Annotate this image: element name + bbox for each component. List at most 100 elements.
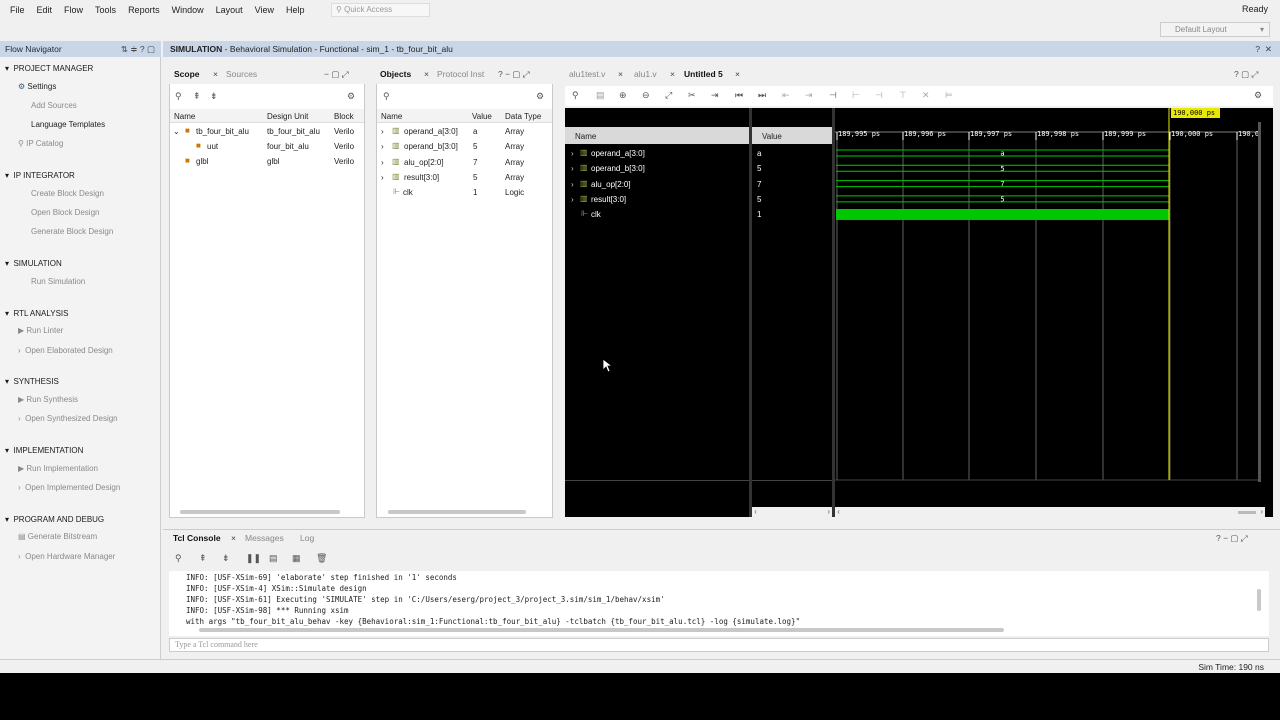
go-start-icon[interactable]: ⏮ <box>735 90 743 101</box>
col-name[interactable]: Name <box>575 132 596 141</box>
quick-access-input[interactable]: ⚲ Quick Access <box>331 3 430 17</box>
col-name[interactable]: Name <box>381 112 402 121</box>
chevron-right-icon[interactable]: › <box>381 127 384 136</box>
search-icon[interactable]: ⚲ <box>175 553 182 564</box>
gear-icon[interactable]: ⚙ <box>347 91 355 102</box>
nav-section-implementation[interactable]: ▾ IMPLEMENTATION <box>5 446 83 455</box>
nav-item-run-implementation[interactable]: ▶ Run Implementation <box>18 464 98 473</box>
chevron-right-icon[interactable]: › <box>381 158 384 167</box>
tab-alu1test[interactable]: alu1test.v <box>569 69 605 79</box>
nav-item-language-templates[interactable]: Language Templates <box>31 120 105 129</box>
tab-untitled-5[interactable]: Untitled 5 <box>684 69 723 79</box>
nav-item-run-simulation[interactable]: Run Simulation <box>31 277 85 286</box>
go-end-icon[interactable]: ⏭ <box>758 90 766 101</box>
col-design-unit[interactable]: Design Unit <box>267 112 308 121</box>
close-icon[interactable]: × <box>424 69 429 79</box>
menu-flow[interactable]: Flow <box>58 0 89 20</box>
add-marker-icon[interactable]: ⊣ <box>829 90 837 101</box>
waveform-canvas[interactable]: a 5 7 5 <box>835 108 1261 508</box>
close-icon[interactable]: × <box>231 533 236 543</box>
tab-alu1[interactable]: alu1.v <box>634 69 657 79</box>
gear-icon[interactable]: ⚙ <box>536 91 544 102</box>
panel-window-controls-icon[interactable]: ? − ▢ ⤢ <box>498 69 530 80</box>
collapse-all-icon[interactable]: ⇞ <box>199 553 207 564</box>
zoom-fit-icon[interactable]: ⤢ <box>665 90 672 101</box>
tab-objects[interactable]: Objects <box>380 69 411 79</box>
nav-section-simulation[interactable]: ▾ SIMULATION <box>5 259 62 268</box>
tab-log[interactable]: Log <box>300 533 314 543</box>
tcl-command-input[interactable]: Type a Tcl command here <box>169 638 1269 652</box>
console-v-scrollbar[interactable] <box>1257 589 1261 611</box>
nav-item-open-block-design[interactable]: Open Block Design <box>31 208 99 217</box>
chevron-right-icon[interactable]: › <box>571 149 574 158</box>
search-icon[interactable]: ⚲ <box>175 91 182 102</box>
nav-item-settings[interactable]: ⚙ Settings <box>18 82 56 91</box>
copy-icon[interactable]: ▤ <box>269 553 278 564</box>
chevron-right-icon[interactable]: › <box>381 142 384 151</box>
nav-item-open-implemented-design[interactable]: › Open Implemented Design <box>18 483 120 492</box>
prev-transition-icon[interactable]: ⇤ <box>782 90 790 101</box>
nav-section-synthesis[interactable]: ▾ SYNTHESIS <box>5 377 59 386</box>
menu-file[interactable]: File <box>4 0 31 20</box>
nav-item-open-elaborated-design[interactable]: › Open Elaborated Design <box>18 346 113 355</box>
chevron-right-icon[interactable]: › <box>571 180 574 189</box>
tab-sources[interactable]: Sources <box>226 69 257 79</box>
swap-cursor-icon[interactable]: ⊤ <box>899 90 907 101</box>
close-icon[interactable]: × <box>213 69 218 79</box>
chevron-right-icon[interactable]: › <box>571 195 574 204</box>
close-icon[interactable]: × <box>670 69 675 79</box>
menu-edit[interactable]: Edit <box>31 0 59 20</box>
nav-item-generate-block-design[interactable]: Generate Block Design <box>31 227 113 236</box>
col-value[interactable]: Value <box>762 132 782 141</box>
nav-item-open-synthesized-design[interactable]: › Open Synthesized Design <box>18 414 118 423</box>
table-icon[interactable]: ▦ <box>292 553 301 564</box>
menu-tools[interactable]: Tools <box>89 0 122 20</box>
collapse-all-icon[interactable]: ⇞ <box>193 91 201 102</box>
wave-h-scrollbar[interactable]: ‹ › <box>835 507 1265 517</box>
nav-item-open-hardware-manager[interactable]: › Open Hardware Manager <box>18 552 115 561</box>
pause-icon[interactable]: ❚❚ <box>246 553 261 564</box>
menu-layout[interactable]: Layout <box>210 0 249 20</box>
nav-section-program-and-debug[interactable]: ▾ PROGRAM AND DEBUG <box>5 515 104 524</box>
nav-section-ip-integrator[interactable]: ▾ IP INTEGRATOR <box>5 171 75 180</box>
chevron-right-icon[interactable]: › <box>571 164 574 173</box>
menu-view[interactable]: View <box>249 0 280 20</box>
tab-scope[interactable]: Scope <box>174 69 200 79</box>
wave-v-scrollbar[interactable] <box>1258 122 1261 482</box>
expand-all-icon[interactable]: ⇟ <box>210 91 218 102</box>
expand-all-icon[interactable]: ⇟ <box>222 553 230 564</box>
console-h-scrollbar[interactable] <box>199 628 1004 632</box>
panel-window-controls-icon[interactable]: ? ▢ ⤢ <box>1234 69 1258 80</box>
chevron-right-icon[interactable]: › <box>381 173 384 182</box>
menu-help[interactable]: Help <box>280 0 311 20</box>
trash-icon[interactable]: 🗑 <box>316 553 327 564</box>
cursor-time-label[interactable]: 190,000 ps <box>1171 108 1220 118</box>
tab-protocol-inst[interactable]: Protocol Inst <box>437 69 484 79</box>
menu-window[interactable]: Window <box>166 0 210 20</box>
value-h-scrollbar[interactable]: ‹ › <box>752 507 832 517</box>
tab-messages[interactable]: Messages <box>245 533 284 543</box>
objects-h-scrollbar[interactable] <box>388 510 526 514</box>
panel-controls-icon[interactable]: ⇅ ≑ ? ▢ <box>121 41 155 57</box>
snap-icon[interactable]: ⊨ <box>945 90 953 101</box>
menu-reports[interactable]: Reports <box>122 0 166 20</box>
nav-section-project-manager[interactable]: ▾ PROJECT MANAGER <box>5 64 93 73</box>
prev-marker-icon[interactable]: ⊢ <box>852 90 860 101</box>
save-icon[interactable]: ▤ <box>596 90 605 101</box>
gear-icon[interactable]: ⚙ <box>1254 90 1262 101</box>
wave-divider[interactable] <box>749 108 752 517</box>
zoom-out-icon[interactable]: ⊖ <box>642 90 650 101</box>
col-data-type[interactable]: Data Type <box>505 112 541 121</box>
nav-item-run-linter[interactable]: ▶ Run Linter <box>18 326 63 335</box>
nav-item-ip-catalog[interactable]: ⚲ IP Catalog <box>18 139 63 148</box>
col-block[interactable]: Block <box>334 112 354 121</box>
col-name[interactable]: Name <box>174 112 195 121</box>
nav-item-add-sources[interactable]: Add Sources <box>31 101 77 110</box>
scope-h-scrollbar[interactable] <box>180 510 340 514</box>
delete-marker-icon[interactable]: ✕ <box>922 90 930 101</box>
close-icon[interactable]: × <box>618 69 623 79</box>
go-cursor-icon[interactable]: ⇥ <box>711 90 719 101</box>
panel-window-controls-icon[interactable]: − ▢ ⤢ <box>324 69 349 80</box>
nav-section-rtl-analysis[interactable]: ▾ RTL ANALYSIS <box>5 309 68 318</box>
panel-window-controls-icon[interactable]: ? − ▢ ⤢ <box>1216 533 1248 544</box>
